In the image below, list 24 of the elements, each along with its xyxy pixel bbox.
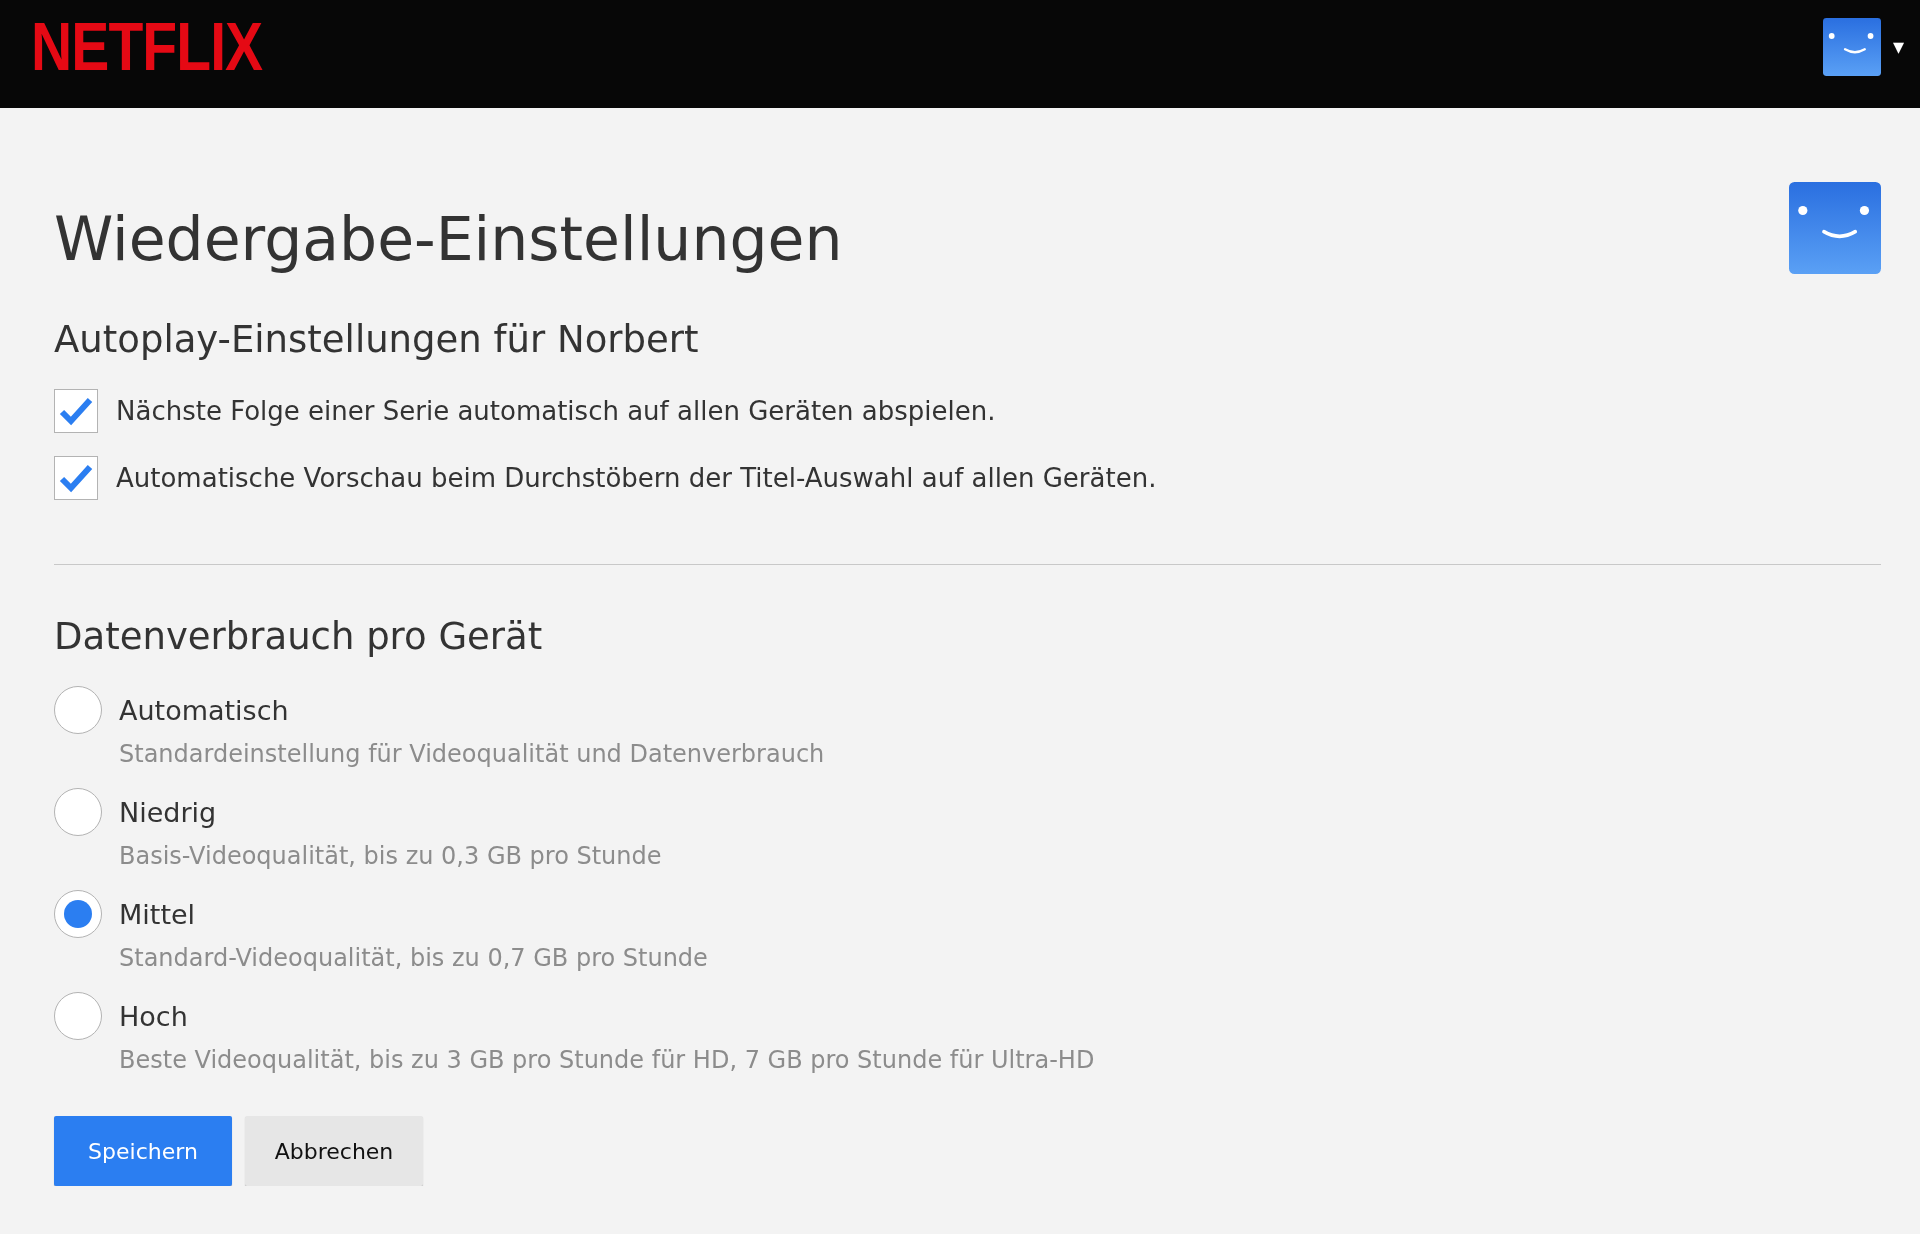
checkbox[interactable] xyxy=(54,389,98,433)
checkbox-label: Automatische Vorschau beim Durchstöbern der Titel-Auswahl auf allen Geräten. xyxy=(116,463,1157,493)
checkbox-label: Nächste Folge einer Serie automatisch auf allen Geräten abspielen. xyxy=(116,396,996,426)
radio-label: Mittel xyxy=(119,898,197,930)
option-description: Standard-Videoqualität, bis zu 0,7 GB pro Stunde xyxy=(119,944,709,972)
radio-label: Automatisch xyxy=(119,694,290,726)
radio-label: Hoch xyxy=(119,1000,189,1032)
section-heading: Autoplay-Einstellungen für Norbert xyxy=(54,318,700,361)
section-heading: Datenverbrauch pro Gerät xyxy=(54,615,544,658)
cancel-button[interactable]: Abbrechen xyxy=(245,1116,423,1186)
option-description: Standardeinstellung für Videoqualität und Datenverbrauch xyxy=(119,740,826,768)
page-title: Wiedergabe-Einstellungen xyxy=(54,204,843,274)
radio-button[interactable] xyxy=(54,992,102,1040)
netflix-logo[interactable]: NETFLIX xyxy=(31,12,263,82)
radio-button[interactable] xyxy=(54,686,102,734)
radio-button[interactable] xyxy=(54,788,102,836)
option-description: Beste Videoqualität, bis zu 3 GB pro Stunde für HD, 7 GB pro Stunde für Ultra-HD xyxy=(119,1046,1096,1074)
caret-icon[interactable]: ▾ xyxy=(1892,36,1904,58)
profile-avatar[interactable] xyxy=(1822,18,1881,76)
option-description: Basis-Videoqualität, bis zu 0,3 GB pro Stunde xyxy=(119,842,663,870)
radio-button[interactable] xyxy=(54,890,102,938)
radio-label: Niedrig xyxy=(119,796,218,828)
save-button[interactable]: Speichern xyxy=(54,1116,232,1186)
checkbox[interactable] xyxy=(54,456,98,500)
